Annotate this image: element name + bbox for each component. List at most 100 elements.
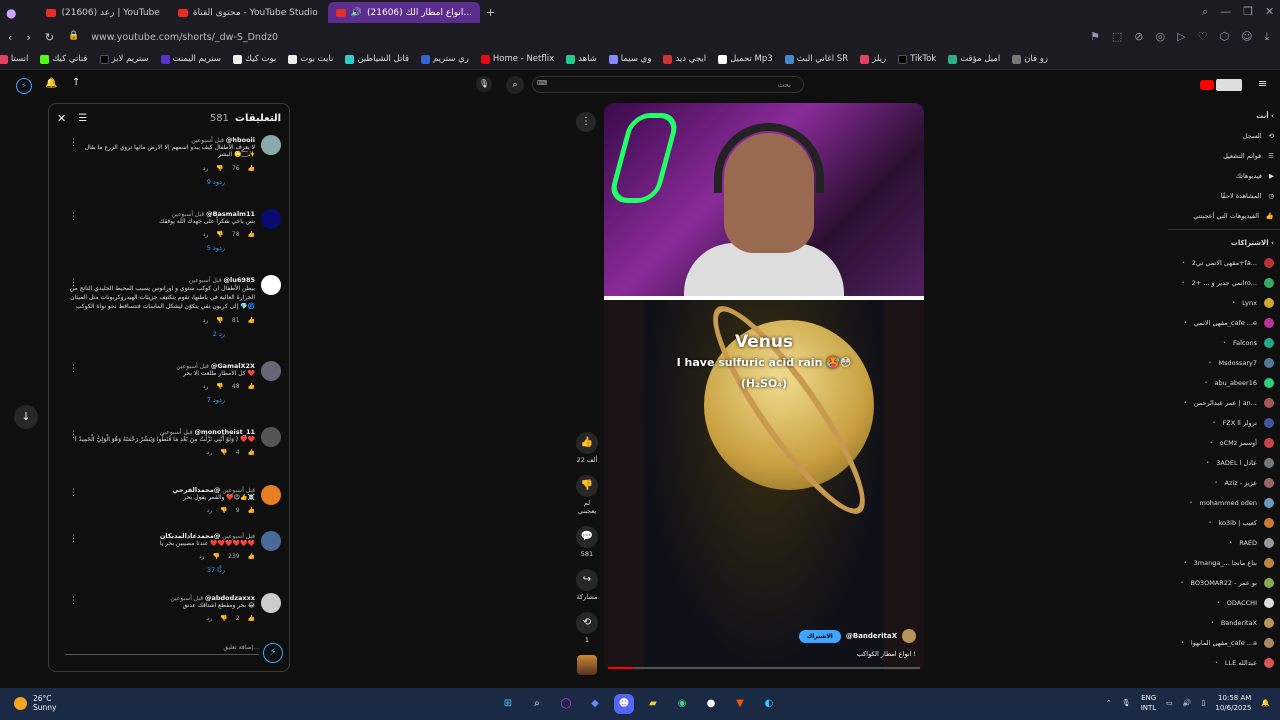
back-icon[interactable]: ‹ <box>8 31 12 44</box>
sidebar-item-your-videos[interactable]: فيديوهاتك ▶ <box>1168 166 1280 186</box>
sidebar-subscription-item[interactable]: • 3ADEL l عادل <box>1168 453 1280 473</box>
reply-button[interactable]: رد <box>203 317 209 324</box>
dislike-icon[interactable]: 👎 <box>220 507 227 514</box>
lightning-icon[interactable]: ⚡ <box>263 643 283 663</box>
sidebar-subscription-item[interactable]: • ko3ib | كعيب <box>1168 513 1280 533</box>
bookmark-item[interactable]: TikTok <box>898 54 936 64</box>
guide-menu-icon[interactable]: ≡ <box>1258 77 1267 90</box>
search-tabs-icon[interactable]: ⌕ <box>1202 5 1208 19</box>
replies-toggle[interactable]: 37 ردًّا <box>69 566 255 574</box>
bookmark-icon[interactable]: ⚑ <box>1090 30 1100 44</box>
bookmark-item[interactable]: اغاني البث SR <box>784 54 848 64</box>
sidebar-subscription-item[interactable]: • انمي جدير و ... +2ro... <box>1168 273 1280 293</box>
tab-youtube-studio[interactable]: محتوى القناة - YouTube Studio <box>170 2 326 23</box>
more-options-icon[interactable]: ⋮ <box>69 430 78 440</box>
replies-toggle[interactable]: 7 ردود <box>69 396 255 404</box>
comment-icon[interactable]: 💬 <box>576 526 598 548</box>
reply-button[interactable]: رد <box>203 383 209 390</box>
bookmark-item[interactable]: تحميل Mp3 <box>718 54 773 64</box>
channel-avatar[interactable] <box>902 629 916 643</box>
avatar[interactable] <box>261 135 281 155</box>
video-description[interactable]: انواع امطار الكواكب ! <box>857 650 916 658</box>
like-icon[interactable]: 👍 <box>248 383 255 390</box>
sidebar-subscription-item[interactable]: • BanderitaX <box>1168 613 1280 633</box>
share-icon[interactable]: ↪ <box>576 569 598 591</box>
sidebar-item-watch-later[interactable]: المشاهدة لاحقًا ◷ <box>1168 186 1280 206</box>
chrome-icon[interactable]: ◉ <box>672 694 692 714</box>
close-icon[interactable]: ✕ <box>1265 5 1274 19</box>
bookmark-item[interactable]: زو فان <box>1012 54 1048 64</box>
dislike-icon[interactable]: 👎 <box>216 231 223 238</box>
new-tab-button[interactable]: + <box>486 6 495 19</box>
volume-icon[interactable]: 🔊 <box>1183 699 1192 707</box>
comment-author[interactable]: @محمدالفرحي <box>172 486 220 494</box>
sidebar-subscription-item[interactable]: • mohammed oden <box>1168 493 1280 513</box>
bookmark-item[interactable]: انستا <box>0 54 28 64</box>
comment-author[interactable]: @hbooii <box>226 136 255 144</box>
heart-icon[interactable]: ♡ <box>1198 30 1208 44</box>
bookmark-item[interactable]: شاهد <box>566 54 597 64</box>
replies-toggle[interactable]: رد 2 <box>69 330 255 338</box>
browser-menu-icon[interactable]: ● <box>6 6 16 20</box>
bookmark-item[interactable]: قناتي كيك <box>40 54 88 64</box>
bookmark-item[interactable]: Home - Netflix <box>480 54 554 64</box>
replies-toggle[interactable]: 5 ردود <box>69 244 255 252</box>
bookmark-item[interactable]: بوت كيك <box>232 54 276 64</box>
dislike-icon[interactable]: 👎 <box>216 317 223 324</box>
sidebar-subscription-item[interactable]: • ODACCHI <box>1168 593 1280 613</box>
more-options-icon[interactable]: ⋮ <box>69 596 78 606</box>
avatar[interactable] <box>261 361 281 381</box>
dislike-action[interactable]: 👎 لم يعجبني <box>574 475 600 515</box>
more-options-icon[interactable]: ⋮ <box>69 138 78 148</box>
sidebar-subscription-item[interactable]: • RAED <box>1168 533 1280 553</box>
reply-button[interactable]: رد <box>203 231 209 238</box>
battery-icon[interactable]: ▯ <box>1202 699 1206 707</box>
adblock-icon[interactable]: ⊘ <box>1134 30 1143 44</box>
shorts-video-player[interactable]: Venus I have sulfuric acid rain 🥵😳 (H₂SO… <box>604 103 924 671</box>
sidebar-subscription-item[interactable]: • LLE عبدالله <box>1168 653 1280 673</box>
sidebar-subscription-item[interactable]: • Falcons <box>1168 333 1280 353</box>
channel-name[interactable]: @BanderitaX <box>846 632 897 640</box>
forward-icon[interactable]: › <box>26 31 30 44</box>
tab-current-short[interactable]: 🔊 (21606) انواع امطار الك... <box>327 2 480 23</box>
downloads-icon[interactable]: ⤓ <box>1265 30 1270 44</box>
like-icon[interactable]: 👍 <box>576 432 598 454</box>
search-icon[interactable]: ⌕ <box>527 694 547 714</box>
comment-author[interactable]: @abdodzaxxx <box>205 594 255 602</box>
edge-icon[interactable]: ◐ <box>759 694 779 714</box>
like-icon[interactable]: 👍 <box>248 231 255 238</box>
bookmark-item[interactable]: ستريم لابز <box>99 54 149 64</box>
app-icon[interactable]: ◆ <box>585 694 605 714</box>
brave-icon[interactable]: ▼ <box>730 694 750 714</box>
dislike-icon[interactable]: 👎 <box>213 553 220 560</box>
like-icon[interactable]: 👍 <box>248 449 255 456</box>
mic-icon[interactable]: 🎙 <box>476 76 492 92</box>
discord-icon[interactable]: ☻ <box>614 694 634 714</box>
bookmark-item[interactable]: ري ستريم <box>421 54 469 64</box>
weather-widget[interactable]: 26°C Sunny <box>14 694 56 712</box>
sidebar-item-playlists[interactable]: قوائم التشغيل ☰ <box>1168 146 1280 166</box>
avatar[interactable] <box>261 531 281 551</box>
sort-icon[interactable]: ☰ <box>78 113 87 124</box>
play-icon[interactable]: ▷ <box>1177 30 1185 44</box>
bookmark-item[interactable]: نايت بوت <box>288 54 333 64</box>
comment-author[interactable]: @محمدعادالمدبكان <box>160 532 221 540</box>
more-options-icon[interactable]: ⋮ <box>69 534 78 544</box>
remix-action[interactable]: ⟲ 1 <box>574 612 600 644</box>
like-icon[interactable]: 👍 <box>248 507 255 514</box>
reply-button[interactable]: رد <box>203 165 209 172</box>
opera-gx-icon[interactable]: ◯ <box>556 694 576 714</box>
sidebar-subscription-item[interactable]: • 3manga_... بتاع مانجا <box>1168 553 1280 573</box>
windows-start-icon[interactable]: ⊞ <box>498 694 518 714</box>
search-icon[interactable]: ⌕ <box>506 76 524 94</box>
notification-icon[interactable]: 🔔 <box>1261 699 1270 707</box>
clock[interactable]: 10:58 AM 10/6/2025 <box>1215 693 1251 713</box>
reload-icon[interactable]: ↻ <box>45 31 54 44</box>
comments-action[interactable]: 💬 581 <box>574 526 600 558</box>
tab-youtube[interactable]: رعد (21606) | YouTube <box>38 2 167 23</box>
screenshot-icon[interactable]: ⬚ <box>1112 30 1122 44</box>
video-more-icon[interactable]: ⋮ <box>576 112 596 132</box>
bookmark-item[interactable]: اميل مؤقت <box>948 54 1000 64</box>
lightning-icon[interactable]: ⚡ <box>16 78 32 94</box>
like-action[interactable]: 👍 22 ألف <box>574 432 600 464</box>
